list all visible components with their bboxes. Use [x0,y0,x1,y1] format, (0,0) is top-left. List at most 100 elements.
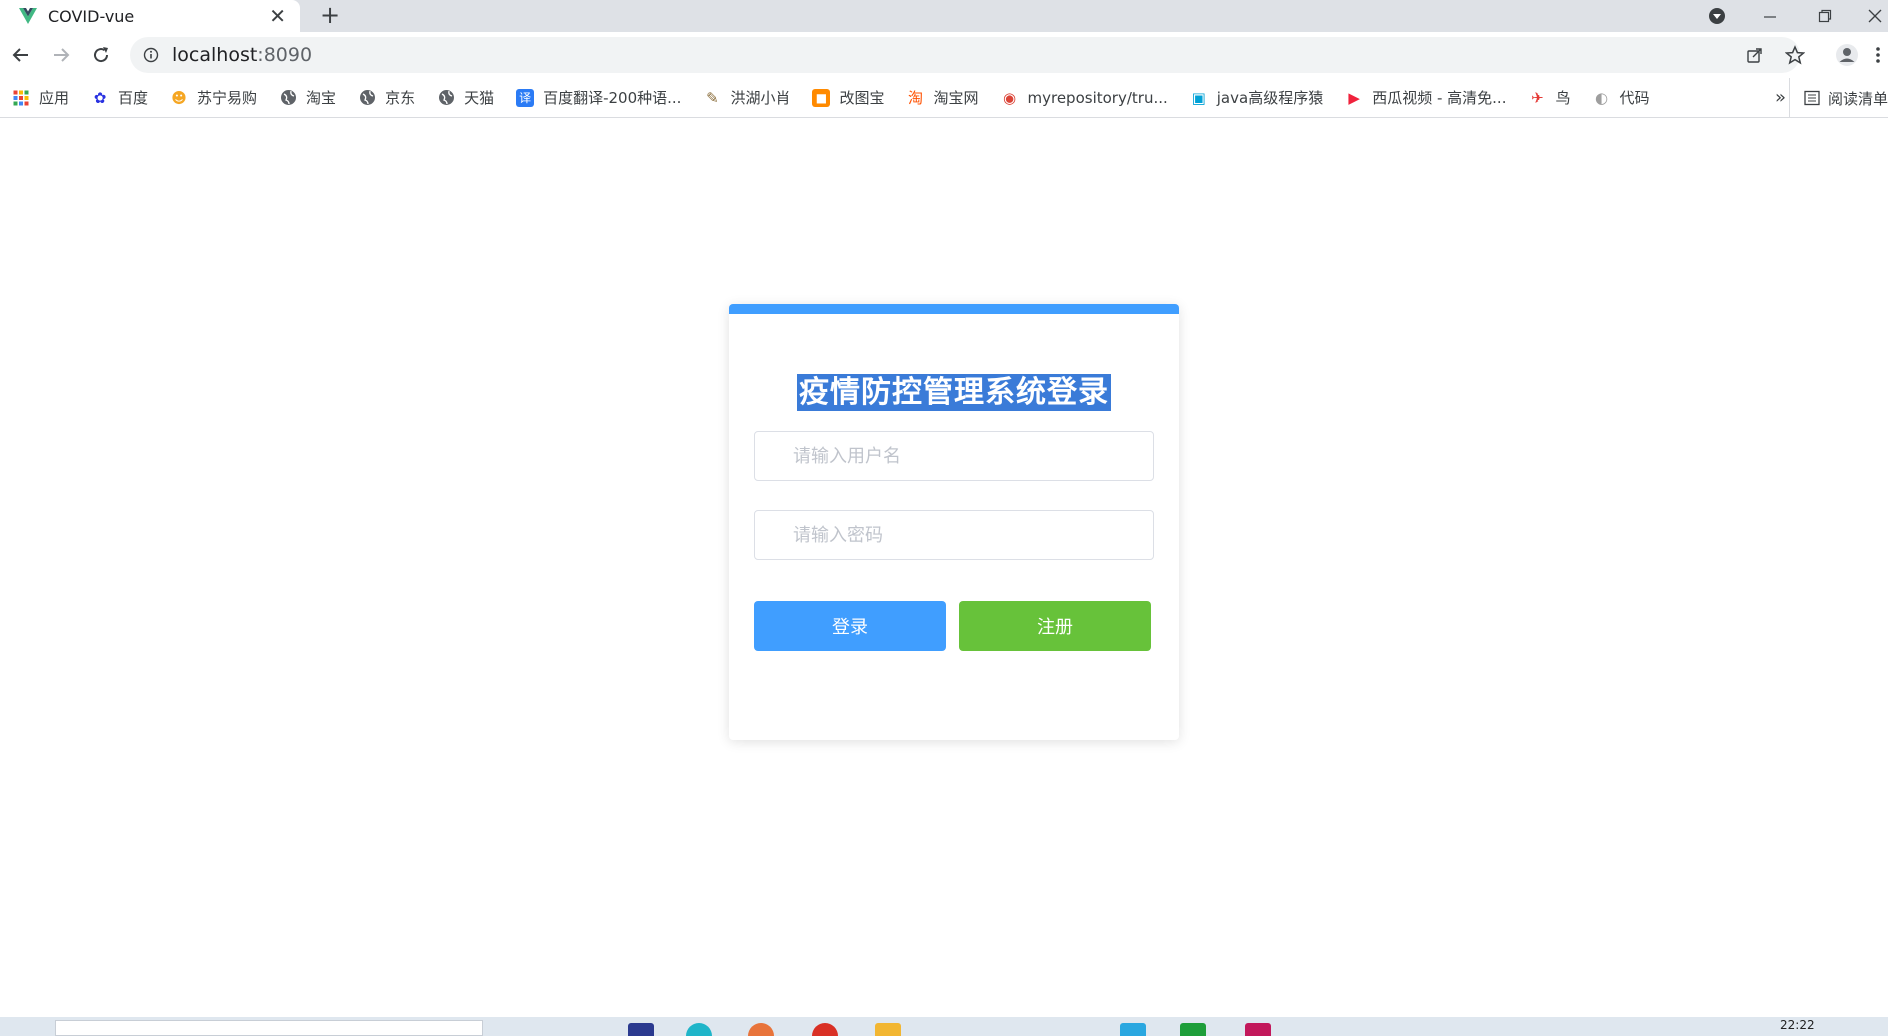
bilibili-icon: ▣ [1191,88,1206,107]
bookmark-label: myrepository/tru... [1027,88,1168,107]
tab-strip: COVID-vue ✕ + [0,0,1888,32]
bookmark-label: 鸟 [1555,89,1571,107]
close-icon [1868,9,1882,23]
taskbar-app-icon[interactable] [1120,1023,1146,1036]
forward-arrow-icon [54,48,70,62]
restore-button[interactable] [1810,0,1840,32]
bookmark-item[interactable]: ✎ 洪湖小肖 [703,87,790,108]
bookmark-label: 百度翻译-200种语... [543,89,682,107]
chrome-icon: ◉ [1002,88,1017,107]
bookmark-label: 西瓜视频 - 高清免... [1372,89,1507,107]
password-input[interactable] [755,511,1153,559]
bookmark-item[interactable]: 淘淘宝网 [906,87,979,108]
taskbar-chrome-icon[interactable] [812,1023,838,1036]
menu-button[interactable] [1868,40,1888,70]
new-tab-button[interactable]: + [320,0,340,32]
bird-icon: ✎ [706,88,719,107]
taskbar-app-icon[interactable] [1180,1023,1206,1036]
bookmark-item[interactable]: ☻ 苏宁易购 [170,87,257,108]
bookmark-label: 淘宝网 [933,89,979,107]
reading-list-button[interactable]: 阅读清单 [1788,78,1888,117]
tab-search-icon [1709,8,1725,24]
bookmark-item[interactable]: ◉ myrepository/tru... [1001,89,1168,107]
bookmark-label: 苏宁易购 [197,89,258,107]
taskbar-app-icon[interactable] [875,1023,901,1036]
tab-title: COVID-vue [48,6,135,26]
minimize-button[interactable] [1755,0,1785,32]
browser-window: COVID-vue ✕ + localhost:8090 应用 ✿ 百度 ☻ 苏… [0,0,1888,1036]
url-port: :8090 [257,44,313,66]
tab-search-button[interactable] [1702,0,1732,32]
profile-button[interactable] [1832,40,1862,70]
bookmark-item[interactable]: ✈ 鸟 [1528,87,1570,108]
taskbar-app-icon[interactable] [628,1023,654,1036]
bookmark-item[interactable]: 淘宝 [279,87,336,108]
avatar-icon [1836,44,1858,66]
gaitubao-icon: ■ [812,88,831,107]
bookmark-label: 京东 [385,89,416,107]
back-button[interactable] [6,40,36,70]
bookmarks-bar: 应用 ✿ 百度 ☻ 苏宁易购 淘宝 京东 天猫 译百度翻译-200种语... ✎ 洪湖小肖 ■ 改图宝 淘… [0,78,1888,118]
register-button[interactable]: 注册 [959,601,1151,651]
back-arrow-icon [12,48,28,62]
bookmark-label: 应用 [39,89,70,107]
page-content: 疫情防控管理系统登录 登录 注册 [0,119,1888,1017]
xigua-icon: ▶ [1348,88,1360,107]
bookmark-item[interactable]: ✿ 百度 [91,87,148,108]
forward-button[interactable] [46,40,76,70]
kebab-menu-icon [1876,47,1880,63]
bookmark-item[interactable]: 译百度翻译-200种语... [516,87,681,108]
taobao-icon: 淘 [907,89,923,107]
login-card: 疫情防控管理系统登录 登录 注册 [729,304,1179,740]
bookmark-item[interactable]: 天猫 [437,87,494,108]
username-input[interactable] [755,432,1153,480]
password-field[interactable] [754,510,1154,560]
taskbar: 22:22 [0,1017,1888,1036]
url-text[interactable]: localhost:8090 [172,44,312,66]
bookmark-item[interactable]: 应用 [12,87,69,108]
taskbar-app-icon[interactable] [748,1023,774,1036]
bird-red-icon: ✈ [1531,88,1544,107]
tab-active[interactable]: COVID-vue ✕ [0,0,300,32]
bookmarks-overflow-button[interactable]: » [1775,78,1786,117]
login-title: 疫情防控管理系统登录 [729,367,1179,411]
bookmark-label: 天猫 [464,89,495,107]
bookmark-item[interactable]: 京东 [358,87,415,108]
login-title-text: 疫情防控管理系统登录 [797,374,1111,411]
reload-button[interactable] [86,40,116,70]
tab-close-icon[interactable]: ✕ [269,6,286,26]
bookmark-item[interactable]: ◐ 代码 [1592,87,1650,108]
taskbar-search-box[interactable] [55,1020,483,1036]
reading-list-icon [1804,90,1820,106]
globe-icon [279,89,297,107]
baidu-paw-icon: ✿ [93,88,107,107]
globe-icon [358,89,376,107]
globe-icon [437,89,455,107]
bookmark-label: 代码 [1619,89,1650,107]
site-info-icon[interactable] [142,46,160,64]
translate-icon: 译 [516,88,535,107]
url-host: localhost [172,44,258,66]
bookmark-star-icon[interactable] [1780,37,1810,73]
browser-toolbar: localhost:8090 [0,32,1888,78]
code-icon: ◐ [1594,88,1609,107]
taskbar-app-icon[interactable] [686,1023,712,1036]
minimize-icon [1764,16,1776,18]
suning-icon: ☻ [171,88,187,107]
bookmark-item[interactable]: ■ 改图宝 [812,87,884,108]
bookmark-item[interactable]: ▶ 西瓜视频 - 高清免... [1345,87,1506,108]
apps-grid-icon [12,89,30,107]
bookmark-label: java高级程序猿 [1216,89,1324,107]
close-window-button[interactable] [1862,0,1888,32]
username-field[interactable] [754,431,1154,481]
share-icon[interactable] [1740,37,1770,73]
bookmark-item[interactable]: ▣ java高级程序猿 [1190,87,1324,108]
vue-logo-icon [19,8,37,24]
taskbar-app-icon[interactable] [1245,1023,1271,1036]
bookmark-label: 改图宝 [839,89,885,107]
bookmark-label: 淘宝 [306,89,337,107]
login-button[interactable]: 登录 [754,601,946,651]
reading-list-label: 阅读清单 [1827,89,1888,108]
address-bar[interactable]: localhost:8090 [130,37,1805,73]
bookmark-label: 百度 [118,89,149,107]
